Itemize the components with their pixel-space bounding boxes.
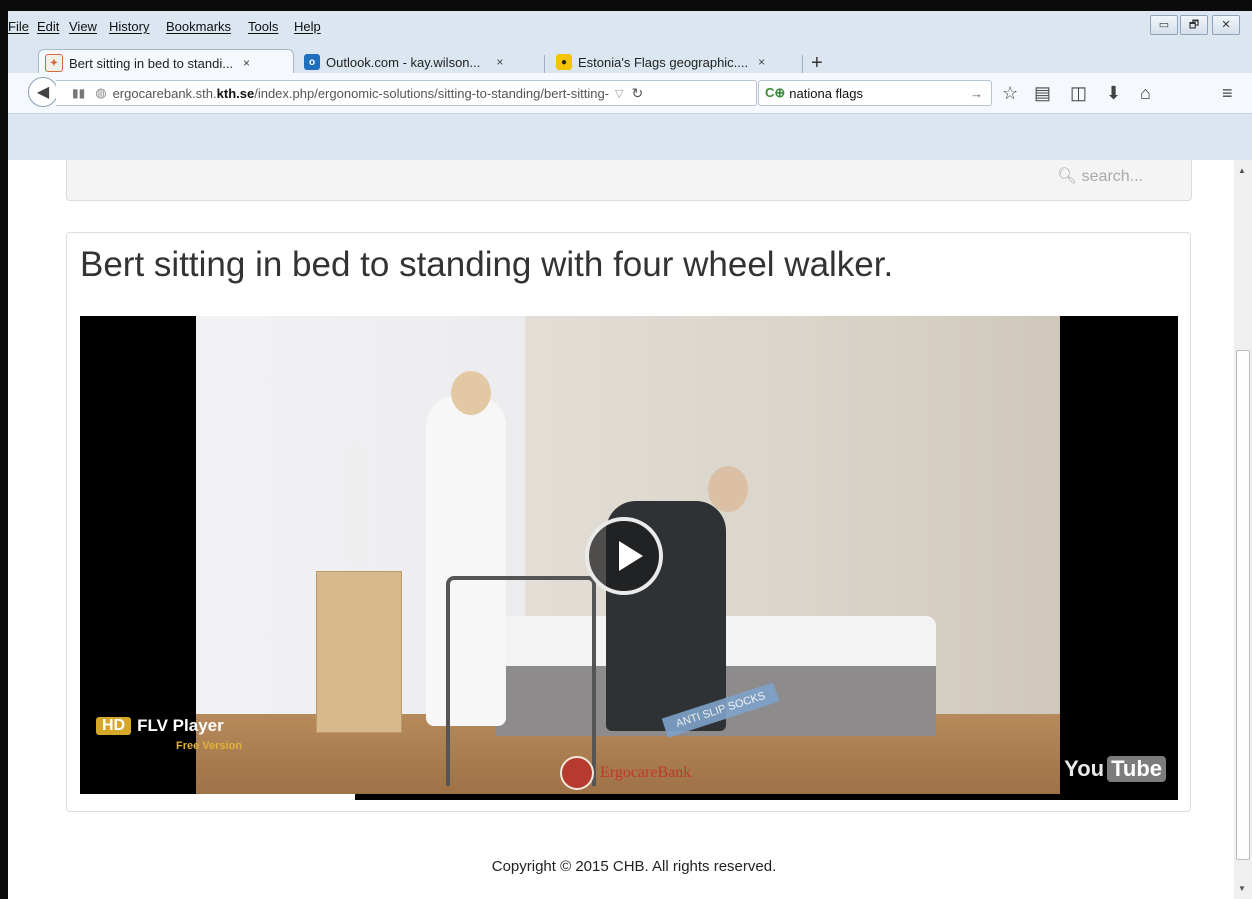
tab-separator	[802, 55, 803, 73]
toolbar-spacer	[8, 114, 1252, 160]
dropdown-arrow-icon[interactable]: ▽	[615, 87, 623, 100]
search-bar[interactable]: C⊕ nationa flags →	[758, 80, 992, 106]
reload-icon[interactable]: ↻	[631, 85, 643, 102]
ergocarebank-text: ErgocareBank	[600, 764, 692, 781]
youtube-you: You	[1064, 756, 1105, 781]
article-panel: Bert sitting in bed to standing with fou…	[66, 232, 1191, 812]
menu-history[interactable]: History	[109, 19, 149, 34]
article-title: Bert sitting in bed to standing with fou…	[80, 245, 894, 284]
ergocarebank-watermark: ErgocareBank	[560, 756, 691, 790]
walker-frame	[446, 576, 596, 786]
scrollbar-thumb[interactable]	[1236, 350, 1250, 860]
site-search-panel: 🔍︎ search...	[66, 160, 1192, 201]
minimize-icon: ▭	[1158, 19, 1170, 31]
scroll-up-icon[interactable]: ▲	[1238, 166, 1246, 175]
url-bar[interactable]: ▮▮ ◍ ergocarebank.sth.kth.se/index.php/e…	[56, 80, 757, 106]
tab-strip: ✦ Bert sitting in bed to standi... × o O…	[8, 39, 1252, 76]
scroll-down-icon[interactable]: ▼	[1238, 884, 1246, 893]
flv-free-version: Free Version	[176, 740, 243, 752]
pocket-icon[interactable]: ◫	[1070, 83, 1087, 104]
browser-window: File Edit View History Bookmarks Tools H…	[8, 11, 1252, 899]
hd-badge: HD	[96, 717, 132, 735]
navigation-toolbar: ◀ ▮▮ ◍ ergocarebank.sth.kth.se/index.php…	[8, 73, 1252, 114]
url-prefix: ergocarebank.sth.	[112, 85, 217, 101]
back-button[interactable]: ◀	[28, 77, 58, 107]
tab-bert-sitting[interactable]: ✦ Bert sitting in bed to standi... ×	[38, 49, 294, 76]
home-icon[interactable]: ⌂	[1140, 83, 1151, 104]
tab-close-icon[interactable]: ×	[758, 55, 765, 69]
menu-tools[interactable]: Tools	[248, 19, 278, 34]
site-search-field[interactable]: 🔍︎ search...	[1057, 166, 1143, 186]
menu-help[interactable]: Help	[294, 19, 321, 34]
tab-separator	[544, 55, 545, 73]
tab-label: Bert sitting in bed to standi...	[69, 55, 234, 71]
magnifier-icon: 🔍︎	[1056, 168, 1078, 185]
ergocarebank-emblem-icon	[560, 756, 594, 790]
menu-hamburger-icon[interactable]: ≡	[1222, 83, 1233, 104]
page-content: 🔍︎ search... Bert sitting in bed to stan…	[34, 160, 1234, 899]
menu-bar: File Edit View History Bookmarks Tools H…	[8, 11, 1252, 39]
flv-player-name: FLV Player	[137, 716, 224, 735]
nightstand-shape	[316, 571, 402, 733]
restore-button[interactable]: 🗗	[1180, 15, 1208, 35]
video-player[interactable]: ANTI SLIP SOCKS HD FLV Player Free Versi…	[80, 316, 1178, 800]
youtube-logo[interactable]: You Tube	[1064, 756, 1166, 782]
search-engine-icon[interactable]: C⊕	[765, 85, 785, 101]
play-button-icon[interactable]	[585, 517, 663, 595]
url-text[interactable]: ergocarebank.sth.kth.se/index.php/ergono…	[113, 86, 609, 101]
back-arrow-icon: ◀	[36, 84, 50, 101]
reading-list-icon[interactable]: ▤	[1034, 83, 1051, 104]
search-go-icon[interactable]: →	[970, 86, 983, 101]
menu-file[interactable]: File	[8, 19, 29, 34]
flv-player-logo: HD FLV Player	[96, 716, 224, 736]
patient-head	[708, 466, 748, 512]
footer-copyright: Copyright © 2015 CHB. All rights reserve…	[491, 858, 777, 875]
minimize-button[interactable]: ▭	[1150, 15, 1178, 35]
restore-icon: 🗗	[1188, 19, 1200, 31]
search-input[interactable]: nationa flags	[789, 86, 970, 101]
video-progress-fill	[80, 794, 355, 800]
downloads-icon[interactable]: ⬇	[1106, 83, 1121, 104]
geographic-favicon-icon: ●	[556, 54, 572, 70]
menu-view[interactable]: View	[69, 19, 97, 34]
tab-close-icon[interactable]: ×	[496, 55, 503, 69]
site-search-input[interactable]: search...	[1082, 168, 1143, 185]
url-path: /index.php/ergonomic-solutions/sitting-t…	[254, 85, 610, 101]
nurse-head	[451, 371, 491, 415]
tab-outlook[interactable]: o Outlook.com - kay.wilson... ×	[298, 51, 538, 73]
globe-icon: ◍	[95, 85, 107, 100]
tab-estonia-flags[interactable]: ● Estonia's Flags geographic.... ×	[550, 51, 800, 73]
tab-label: Estonia's Flags geographic....	[578, 54, 749, 70]
youtube-tube: Tube	[1107, 756, 1166, 782]
lamp-shape	[351, 446, 361, 566]
bookmark-star-icon[interactable]: ☆	[1002, 83, 1018, 104]
url-domain: kth.se	[216, 85, 255, 101]
menu-bookmarks[interactable]: Bookmarks	[166, 19, 231, 34]
vertical-scrollbar[interactable]: ▲ ▼	[1234, 160, 1252, 899]
tab-close-icon[interactable]: ×	[243, 56, 250, 70]
ergocare-favicon-icon: ✦	[45, 54, 63, 72]
menu-edit[interactable]: Edit	[37, 19, 59, 34]
new-tab-button[interactable]: +	[811, 52, 823, 75]
outlook-favicon-icon: o	[304, 54, 320, 70]
close-window-button[interactable]: ✕	[1212, 15, 1240, 35]
page-info-icon[interactable]: ▮▮	[72, 86, 85, 100]
close-icon: ✕	[1221, 19, 1231, 31]
tab-label: Outlook.com - kay.wilson...	[326, 54, 481, 70]
